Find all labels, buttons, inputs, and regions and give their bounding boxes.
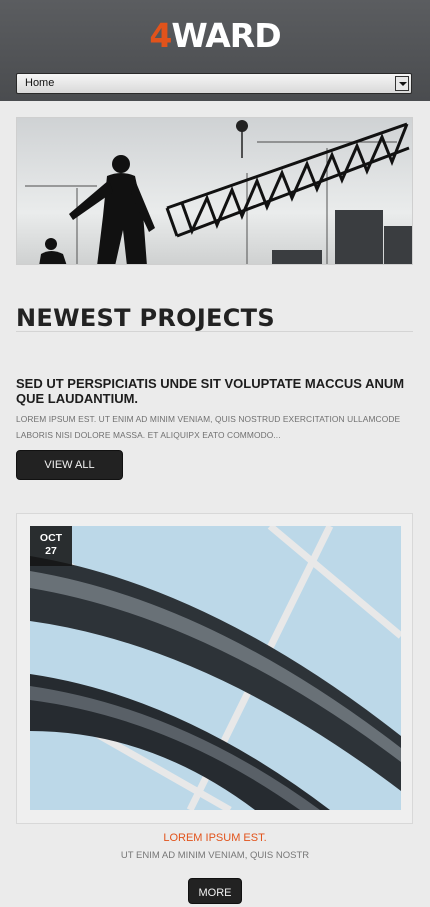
project-link[interactable]: LOREM IPSUM EST. [0,832,430,844]
project-excerpt: UT ENIM AD MINIM VENIAM, QUIS NOSTR [120,850,310,861]
divider [16,331,413,332]
hero-banner [16,117,413,265]
date-month: OCT [39,532,63,544]
nav-selected-value: Home [25,77,55,89]
project-subtitle: SED UT PERSPICIATIS UNDE SIT VOLUPTATE M… [16,376,405,406]
logo-text: WARD [171,16,281,55]
hero-illustration [25,120,412,264]
date-badge: OCT 27 [30,526,72,566]
project-card: OCT 27 [16,513,413,824]
project-photo[interactable]: OCT 27 [30,526,401,810]
project-description: LOREM IPSUM EST. UT ENIM AD MINIM VENIAM… [16,414,401,440]
more-button[interactable]: MORE [188,878,242,904]
section-title: NEWEST PROJECTS [16,304,275,332]
chevron-down-icon[interactable] [395,76,409,91]
date-day: 27 [45,545,57,557]
logo[interactable]: 4WARD [0,16,430,55]
view-all-button[interactable]: VIEW ALL [16,450,123,480]
pipes-image [30,526,401,810]
navigation-select[interactable]: Home [16,73,412,94]
logo-accent: 4 [149,16,172,55]
header-bar: 4WARD Home [0,0,430,101]
